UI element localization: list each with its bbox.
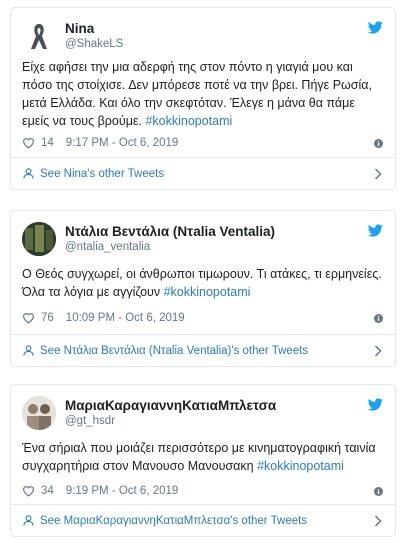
like-count[interactable]: 34: [41, 485, 54, 497]
heart-icon[interactable]: [22, 137, 35, 149]
hashtag-link[interactable]: #kokkinopotami: [164, 285, 251, 299]
info-icon[interactable]: [374, 313, 383, 323]
see-other-tweets-link[interactable]: See ΜαριαΚαραγιαννηΚατιαΜπλετσα's other …: [11, 504, 395, 536]
like-count[interactable]: 14: [41, 137, 54, 149]
avatar[interactable]: [22, 222, 56, 256]
tweet-meta: 34 9:19 PM - Oct 6, 2019: [22, 483, 383, 499]
tweet-text: Είχε αφήσει την μια αδερφή της στον πόντ…: [22, 58, 385, 130]
heart-icon[interactable]: [22, 485, 35, 497]
chevron-right-icon[interactable]: [374, 515, 382, 527]
footer-label[interactable]: See ΜαριαΚαραγιαννηΚατιαΜπλετσα's other …: [40, 515, 307, 527]
author-name[interactable]: ΜαριαΚαραγιαννηΚατιαΜπλετσα: [65, 398, 276, 413]
info-icon[interactable]: [374, 486, 383, 496]
author-handle[interactable]: @ShakeLS: [65, 38, 123, 50]
tweet-header: Ντάλια Βεντάλια (Nτalia Ventalia) @ntali…: [11, 211, 395, 256]
tweet-card: Ντάλια Βεντάλια (Nτalia Ventalia) @ntali…: [10, 210, 396, 367]
footer-label[interactable]: See Nina's other Tweets: [40, 168, 164, 180]
author-name[interactable]: Ντάλια Βεντάλια (Nτalia Ventalia): [65, 224, 275, 239]
author-handle[interactable]: @ntalia_ventalia: [65, 241, 150, 253]
see-other-tweets-link[interactable]: See Ντάλια Βεντάλια (Nτalia Ventalia)'s …: [11, 334, 395, 366]
tweet-card: ΜαριαΚαραγιαννηΚατιαΜπλετσα @gt_hsdr Ένα…: [10, 384, 396, 537]
person-icon: [23, 168, 34, 179]
person-icon: [23, 515, 34, 526]
info-icon[interactable]: [374, 138, 383, 148]
hashtag-link[interactable]: #kokkinopotami: [145, 114, 232, 128]
person-icon: [23, 345, 34, 356]
avatar[interactable]: [22, 396, 56, 430]
like-count[interactable]: 76: [41, 312, 54, 324]
avatar[interactable]: [22, 19, 56, 53]
timestamp[interactable]: 10:09 PM - Oct 6, 2019: [66, 312, 185, 324]
tweet-text: Ο Θεός συγχωρεί, οι άνθρωποι τιμωρουν. Τ…: [22, 265, 385, 301]
twitter-bird-icon[interactable]: [368, 224, 383, 237]
tweet-text: Ένα σήριαλ που μοιάζει περισσότερο με κι…: [22, 439, 385, 475]
tweet-header: Nina @ShakeLS: [11, 8, 395, 53]
twitter-bird-icon[interactable]: [368, 21, 383, 34]
tweet-meta: 76 10:09 PM - Oct 6, 2019: [22, 310, 383, 326]
tweet-header: ΜαριαΚαραγιαννηΚατιαΜπλετσα @gt_hsdr: [11, 385, 395, 430]
tweet-card: Nina @ShakeLS Είχε αφήσει την μια αδερφή…: [10, 7, 396, 190]
tweet-meta: 14 9:17 PM - Oct 6, 2019: [22, 135, 383, 151]
heart-icon[interactable]: [22, 312, 35, 324]
twitter-bird-icon[interactable]: [368, 398, 383, 411]
chevron-right-icon[interactable]: [374, 168, 382, 180]
footer-label[interactable]: See Ντάλια Βεντάλια (Nτalia Ventalia)'s …: [40, 345, 308, 357]
see-other-tweets-link[interactable]: See Nina's other Tweets: [11, 157, 395, 189]
timestamp[interactable]: 9:17 PM - Oct 6, 2019: [66, 137, 179, 149]
chevron-right-icon[interactable]: [374, 345, 382, 357]
hashtag-link[interactable]: #kokkinopotami: [257, 459, 344, 473]
author-name[interactable]: Nina: [65, 21, 94, 36]
author-handle[interactable]: @gt_hsdr: [65, 415, 115, 427]
timestamp[interactable]: 9:19 PM - Oct 6, 2019: [66, 485, 179, 497]
